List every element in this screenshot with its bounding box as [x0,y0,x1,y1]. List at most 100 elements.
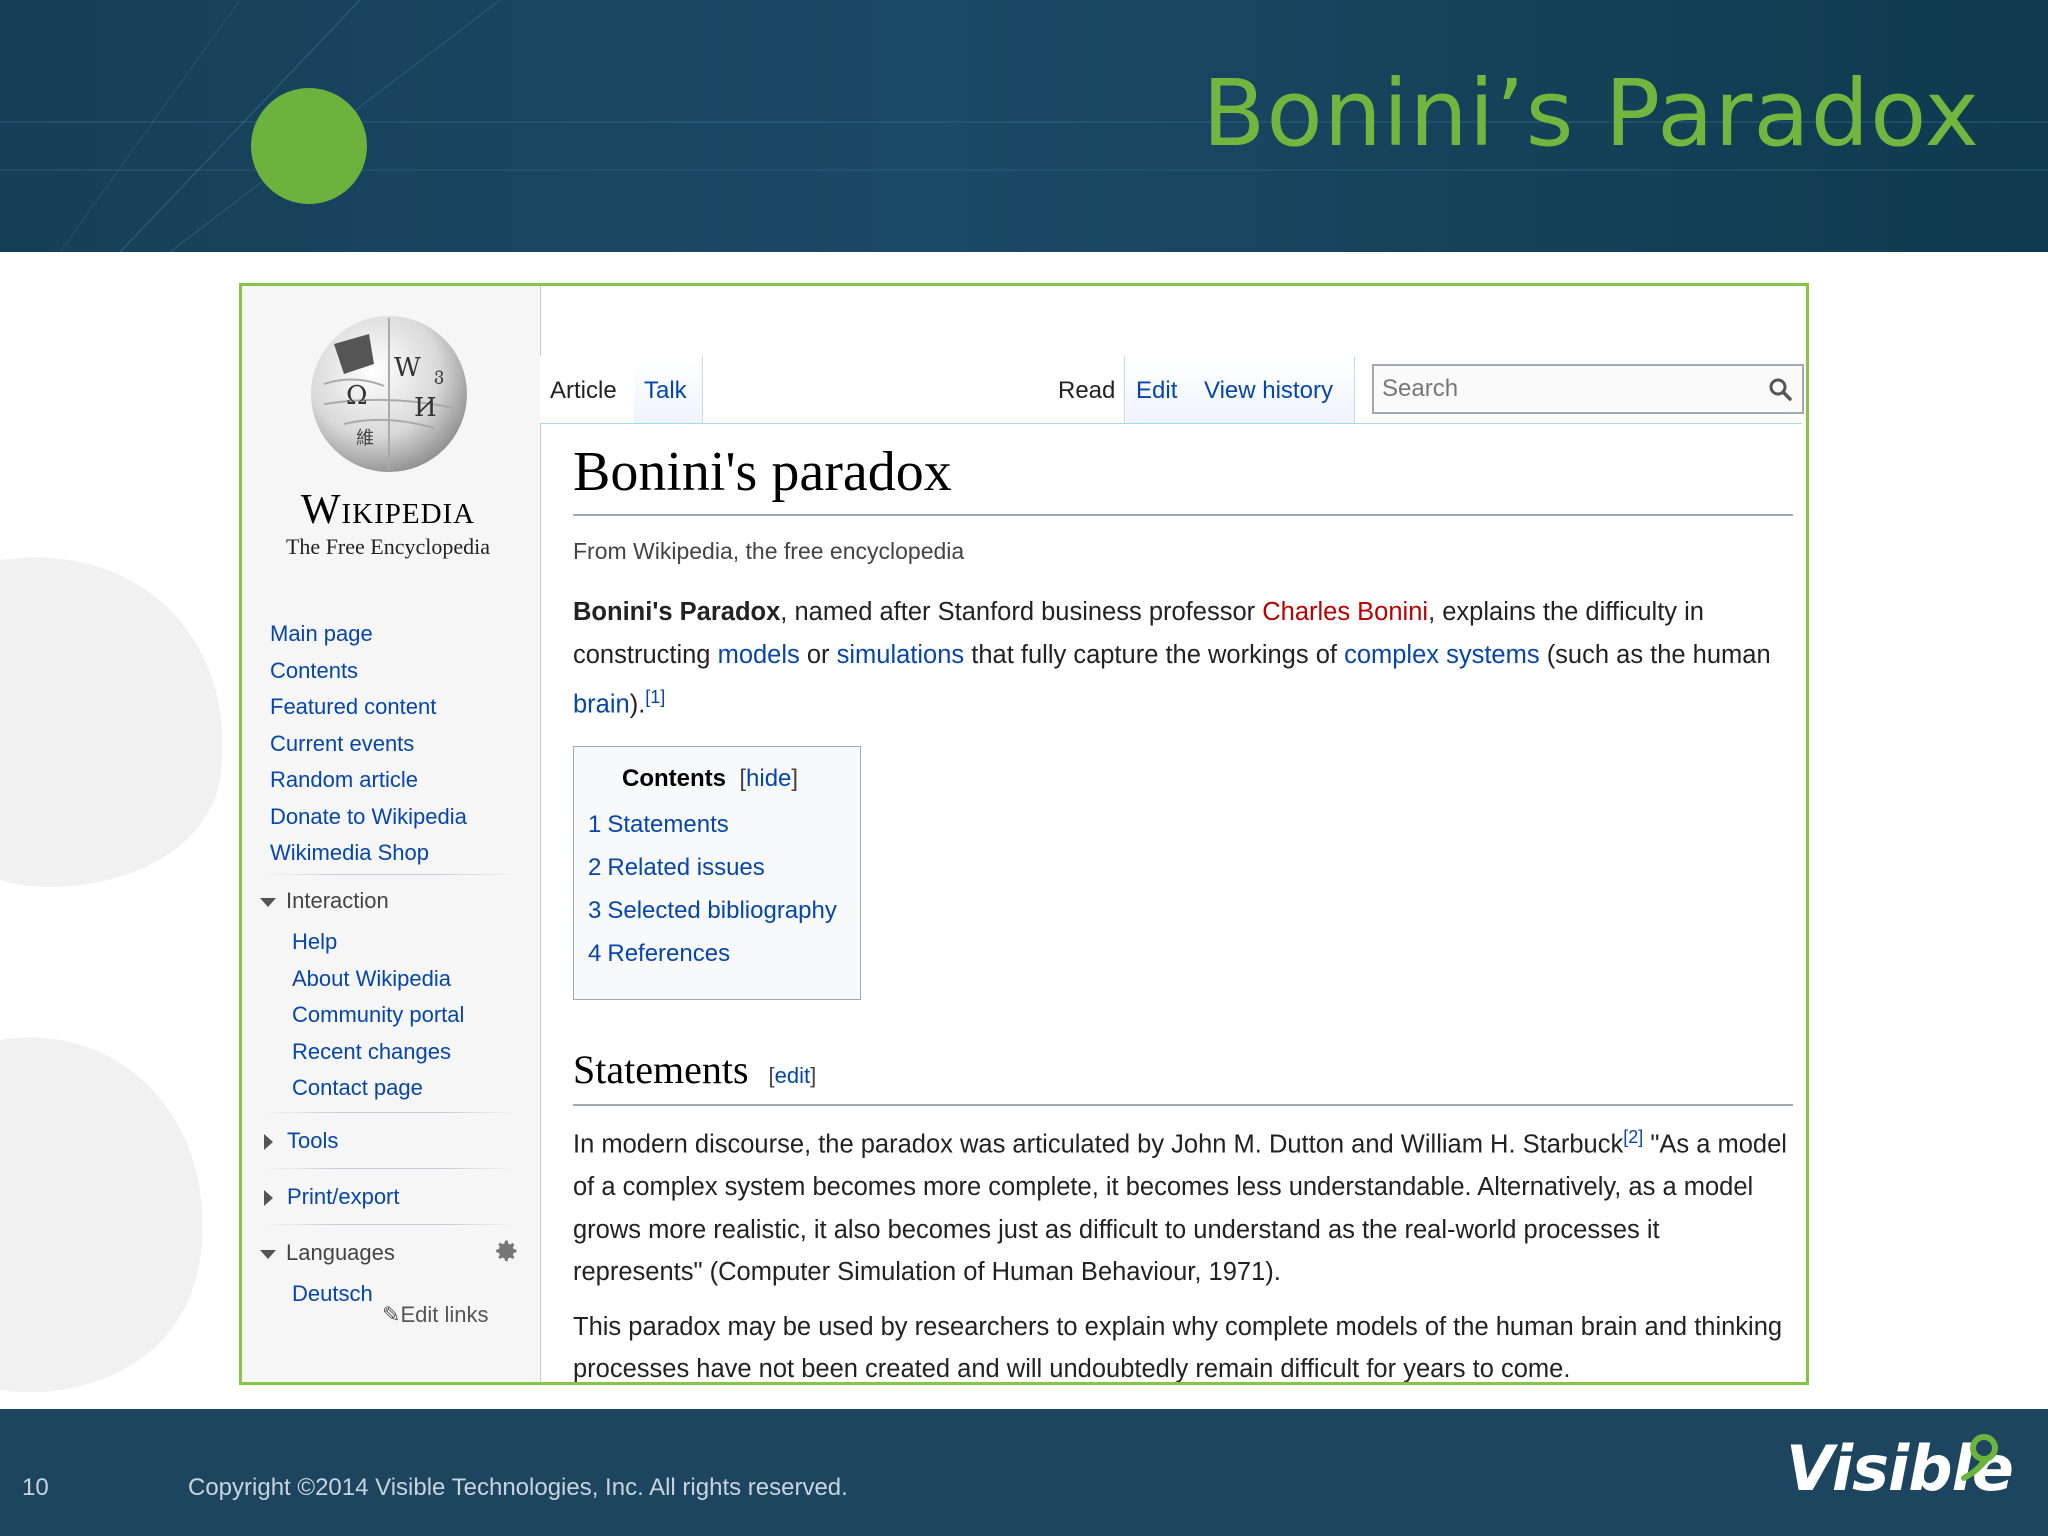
link-charles-bonini[interactable]: Charles Bonini [1262,598,1428,626]
sidebar-divider [262,874,518,875]
toc-item-label: Statements [607,811,729,838]
tab-read[interactable]: Read [1048,356,1125,424]
visible-logo-mark-icon [1961,1434,1998,1481]
section-heading-label: Statements [573,1047,749,1092]
toc-title: Contents [hide] [622,765,799,792]
portal-languages-toggle[interactable]: Languages [260,1240,395,1266]
link-complex-systems[interactable]: complex systems [1344,641,1540,669]
lead-text: , named after Stanford business professo… [780,598,1263,626]
toc-item[interactable]: 3 Selected bibliography [588,897,837,925]
decorative-circle [251,88,367,204]
pencil-icon: ✎ [382,1302,401,1327]
tab-article[interactable]: Article [540,356,641,424]
nav-community-portal[interactable]: Community portal [292,997,464,1034]
nav-featured-content[interactable]: Featured content [270,689,467,726]
interaction-list: Help About Wikipedia Community portal Re… [292,924,464,1107]
tab-edit[interactable]: Edit [1126,356,1195,424]
portal-languages-label: Languages [286,1240,395,1265]
toc-item[interactable]: 1 Statements [588,811,729,839]
sidebar-divider [262,1168,518,1169]
toc-item-number: 1 [588,811,602,838]
svg-text:ვ: ვ [434,364,444,385]
tab-read-label: Read [1058,377,1116,404]
lead-text: that fully capture the workings of [964,640,1345,669]
search-icon[interactable] [1768,377,1792,401]
lead-paragraph: Bonini's Paradox, named after Stanford b… [573,591,1793,726]
lead-text: (such as the human [1539,640,1771,669]
main-navigation: Main page Contents Featured content Curr… [270,616,467,872]
nav-current-events[interactable]: Current events [270,726,467,763]
toc-item-number: 4 [588,940,602,967]
edit-links[interactable]: ✎Edit links [382,1302,488,1328]
site-subtitle: From Wikipedia, the free encyclopedia [573,538,965,564]
lead-text: ). [629,690,646,719]
slide-footer [0,1409,2048,1536]
edit-links-label: Edit links [400,1302,489,1327]
wikipedia-screenshot: Ω W И 維 ვ Wikipedia The Free Encyclopedi… [239,283,1809,1385]
portal-print-export-toggle[interactable]: Print/export [260,1184,400,1210]
background-watermark [0,557,223,1393]
chevron-right-icon [264,1134,273,1151]
search-input[interactable] [1380,370,1754,408]
svg-text:W: W [394,353,421,383]
nav-contents[interactable]: Contents [270,653,467,690]
wikipedia-tagline: The Free Encyclopedia [285,534,490,559]
page-title: Bonini's paradox [573,436,1793,516]
wiki-sidebar: Ω W И 維 ვ Wikipedia The Free Encyclopedi… [242,286,541,1382]
svg-text:Ω: Ω [346,381,368,411]
tab-view-history-label: View history [1204,377,1333,404]
tab-edit-label: Edit [1136,377,1178,404]
tabs-divider [540,423,1802,424]
nav-donate[interactable]: Donate to Wikipedia [270,799,467,836]
nav-wikimedia-shop[interactable]: Wikimedia Shop [270,835,467,872]
copyright-notice: Copyright ©2014 Visible Technologies, In… [188,1474,848,1501]
chevron-down-icon [260,897,276,907]
portal-tools-toggle[interactable]: Tools [260,1128,338,1154]
toc-item-label: Related issues [607,854,765,881]
svg-text:維: 維 [356,428,374,449]
reference-2[interactable]: [2] [1623,1127,1643,1147]
tab-talk[interactable]: Talk [634,356,703,424]
section-edit-link[interactable]: edit [775,1063,810,1088]
sidebar-divider [262,1224,518,1225]
toc-title-label: Contents [622,765,726,792]
nav-contact-page[interactable]: Contact page [292,1070,464,1107]
wikipedia-globe-icon[interactable]: Ω W И 維 ვ [284,304,494,474]
svg-text:И: И [414,393,437,423]
chevron-down-icon [260,1249,276,1259]
link-simulations[interactable]: simulations [837,641,965,669]
tab-article-label: Article [550,377,617,404]
nav-recent-changes[interactable]: Recent changes [292,1034,464,1071]
statements-paragraph-1: In modern discourse, the paradox was art… [573,1116,1793,1294]
tab-talk-label: Talk [644,377,687,404]
portal-interaction-toggle[interactable]: Interaction [260,888,389,914]
language-deutsch[interactable]: Deutsch [292,1276,373,1313]
nav-about-wikipedia[interactable]: About Wikipedia [292,961,464,998]
section-edit: [edit] [768,1063,817,1088]
chevron-right-icon [264,1190,273,1207]
wikipedia-wordmark[interactable]: Wikipedia [268,486,508,534]
nav-random-article[interactable]: Random article [270,762,467,799]
toc-item[interactable]: 4 References [588,940,730,968]
sidebar-divider [262,1112,518,1113]
slide-title: Bonini’s Paradox [1202,60,1980,167]
nav-help[interactable]: Help [292,924,464,961]
toc-item-label: References [607,940,731,967]
toc-hide-link[interactable]: hide [746,765,791,792]
toc-item-number: 3 [588,897,602,924]
portal-tools-label: Tools [287,1128,339,1153]
link-brain[interactable]: brain [573,691,630,719]
toc-item[interactable]: 2 Related issues [588,854,765,882]
portal-interaction-label: Interaction [286,888,389,913]
statements-paragraph-2: This paradox may be used by researchers … [573,1312,1783,1383]
nav-main-page[interactable]: Main page [270,616,467,653]
reference-1[interactable]: [1] [645,687,665,707]
gear-icon[interactable] [492,1237,520,1265]
languages-list: Deutsch [292,1276,373,1313]
slide-header: Bonini’s Paradox [0,0,2048,252]
article-content: Bonini's paradox From Wikipedia, the fre… [573,436,1793,1383]
toc-item-label: Selected bibliography [607,897,837,924]
tab-view-history[interactable]: View history [1194,356,1355,424]
table-of-contents: Contents [hide] 1 Statements 2 Related iss… [573,746,861,1000]
link-models[interactable]: models [718,641,800,669]
